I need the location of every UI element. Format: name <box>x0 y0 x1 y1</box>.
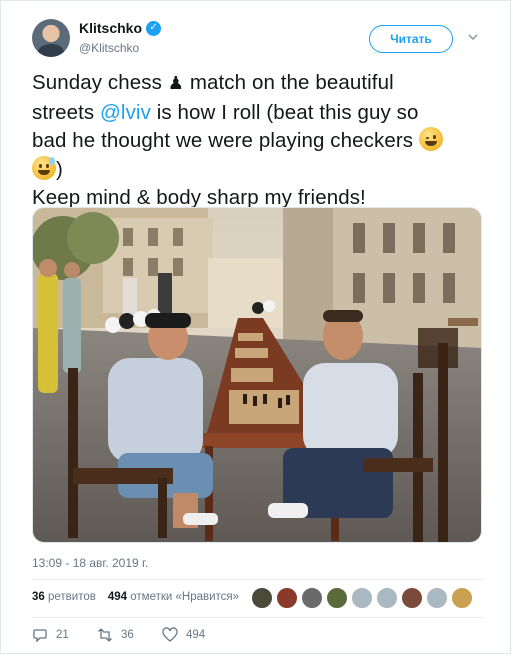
like-count: 494 <box>186 629 206 641</box>
likes-stat[interactable]: 494 отметки «Нравится» <box>108 591 239 603</box>
liker-avatar[interactable] <box>301 587 323 609</box>
engagement-stats: 36 ретвитов 494 отметки «Нравится» <box>32 591 239 603</box>
tweet-card: Klitschko ✓ @Klitschko Читать Sunday che… <box>0 0 511 654</box>
author-name-row[interactable]: Klitschko ✓ <box>79 20 162 36</box>
chess-street-photo <box>33 208 481 542</box>
liker-avatars <box>251 587 473 609</box>
tweet-timestamp[interactable]: 13:09 - 18 авг. 2019 г. <box>32 556 148 570</box>
author-handle[interactable]: @Klitschko <box>79 41 139 55</box>
likes-stat-count: 494 <box>107 591 128 603</box>
tweet-actions: 21 36 494 <box>32 627 227 643</box>
tweet-text-line1a: Sunday chess <box>32 71 162 94</box>
author-name[interactable]: Klitschko <box>79 20 142 36</box>
divider <box>32 579 484 580</box>
retweets-stat-label: ретвитов <box>48 591 96 603</box>
tweet-text-line1b: match on the beautiful <box>189 71 394 94</box>
liker-avatar[interactable] <box>251 587 273 609</box>
grinning-sweat-emoji <box>32 155 56 180</box>
divider <box>32 617 484 618</box>
retweets-stat[interactable]: 36 ретвитов <box>32 591 96 603</box>
liker-avatar[interactable] <box>326 587 348 609</box>
reply-button[interactable]: 21 <box>32 627 97 643</box>
retweet-count: 36 <box>121 629 134 641</box>
like-heart-icon <box>162 627 178 642</box>
tweet-text-line3: bad he thought we were playing checkers <box>32 129 414 152</box>
tweet-text-line4: ) <box>56 157 63 181</box>
winking-face-emoji <box>418 127 443 151</box>
liker-avatar[interactable] <box>401 587 423 609</box>
mention-link[interactable]: @lviv <box>100 101 151 124</box>
retweet-button[interactable]: 36 <box>97 627 162 643</box>
tweet-text-line5: Keep mind & body sharp my friends! <box>32 186 366 209</box>
liker-avatar[interactable] <box>351 587 373 609</box>
tweet-text: Sunday chess ♟ match on the beautiful st… <box>32 69 487 213</box>
retweet-icon <box>98 628 112 642</box>
tweet-text-line2-rest: is how I roll (beat this guy so <box>156 100 419 124</box>
chevron-down-icon[interactable] <box>467 31 479 43</box>
chess-pawn-emoji: ♟ <box>167 73 185 94</box>
tweet-text-line2-prefix: streets <box>32 100 101 124</box>
liker-avatar[interactable] <box>276 587 298 609</box>
author-avatar[interactable] <box>32 19 70 57</box>
follow-button[interactable]: Читать <box>369 25 453 53</box>
liker-avatar[interactable] <box>426 587 448 609</box>
like-button[interactable]: 494 <box>162 627 227 643</box>
liker-avatar[interactable] <box>451 587 473 609</box>
likes-stat-label: отметки «Нравится» <box>130 591 240 603</box>
liker-avatar[interactable] <box>376 587 398 609</box>
reply-icon <box>33 629 47 643</box>
verified-badge-icon: ✓ <box>146 20 162 36</box>
retweets-stat-count: 36 <box>32 591 45 603</box>
tweet-photo[interactable] <box>32 207 482 543</box>
reply-count: 21 <box>56 629 69 641</box>
